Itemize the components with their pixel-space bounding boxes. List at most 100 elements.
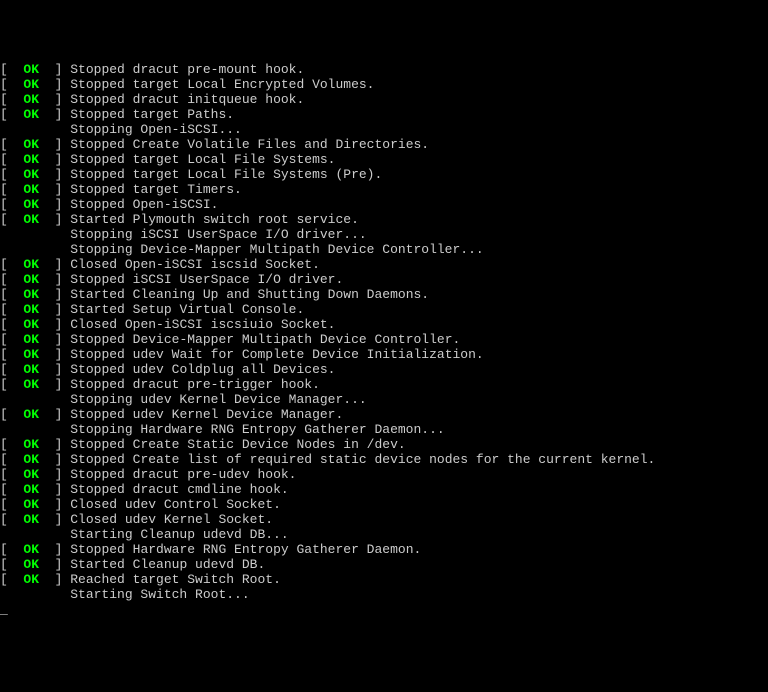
console-message: Closed udev Control Socket.: [70, 497, 281, 512]
status-bracket-close: ]: [39, 137, 70, 152]
status-ok: OK: [23, 377, 39, 392]
console-message: Stopped target Paths.: [70, 107, 234, 122]
console-message: Stopped dracut cmdline hook.: [70, 482, 288, 497]
console-line: Starting Switch Root...: [0, 587, 768, 602]
status-ok: OK: [23, 212, 39, 227]
console-line: [ OK ] Stopped target Timers.: [0, 182, 768, 197]
status-ok: OK: [23, 257, 39, 272]
status-bracket-close: ]: [39, 377, 70, 392]
console-line: Stopping Device-Mapper Multipath Device …: [0, 242, 768, 257]
status-ok: OK: [23, 572, 39, 587]
status-bracket-open: [: [0, 467, 23, 482]
console-message: Started Setup Virtual Console.: [70, 302, 304, 317]
status-bracket-open: [: [0, 107, 23, 122]
status-bracket-close: ]: [39, 257, 70, 272]
status-bracket-close: ]: [39, 62, 70, 77]
console-message: Stopped Create list of required static d…: [70, 452, 655, 467]
status-ok: OK: [23, 107, 39, 122]
status-ok: OK: [23, 272, 39, 287]
console-line: [ OK ] Stopped Device-Mapper Multipath D…: [0, 332, 768, 347]
status-bracket-open: [: [0, 482, 23, 497]
console-line: [ OK ] Stopped iSCSI UserSpace I/O drive…: [0, 272, 768, 287]
status-ok: OK: [23, 347, 39, 362]
status-bracket-open: [: [0, 572, 23, 587]
console-line: Starting Cleanup udevd DB...: [0, 527, 768, 542]
status-bracket-open: [: [0, 272, 23, 287]
console-line: [ OK ] Closed Open-iSCSI iscsid Socket.: [0, 257, 768, 272]
status-bracket-close: ]: [39, 167, 70, 182]
console-line: [ OK ] Stopped Hardware RNG Entropy Gath…: [0, 542, 768, 557]
status-bracket-close: ]: [39, 497, 70, 512]
console-message: Closed Open-iSCSI iscsid Socket.: [70, 257, 320, 272]
status-bracket-close: ]: [39, 107, 70, 122]
status-bracket-close: ]: [39, 362, 70, 377]
status-bracket-close: ]: [39, 197, 70, 212]
console-message: Stopped Create Volatile Files and Direct…: [70, 137, 429, 152]
console-line: Stopping udev Kernel Device Manager...: [0, 392, 768, 407]
status-bracket-open: [: [0, 332, 23, 347]
status-bracket-open: [: [0, 302, 23, 317]
status-bracket-open: [: [0, 512, 23, 527]
status-bracket-close: ]: [39, 317, 70, 332]
status-bracket-close: ]: [39, 572, 70, 587]
status-bracket-open: [: [0, 377, 23, 392]
status-bracket-open: [: [0, 92, 23, 107]
console-line: [ OK ] Stopped dracut pre-trigger hook.: [0, 377, 768, 392]
status-bracket-open: [: [0, 182, 23, 197]
console-line: [ OK ] Stopped udev Wait for Complete De…: [0, 347, 768, 362]
status-padding: [0, 122, 70, 137]
status-bracket-close: ]: [39, 347, 70, 362]
console-message: Stopped Create Static Device Nodes in /d…: [70, 437, 405, 452]
console-line: [ OK ] Stopped target Local File Systems…: [0, 167, 768, 182]
console-message: Starting Cleanup udevd DB...: [70, 527, 288, 542]
console-line: Stopping Open-iSCSI...: [0, 122, 768, 137]
console-line: [ OK ] Closed udev Control Socket.: [0, 497, 768, 512]
console-message: Stopped target Local Encrypted Volumes.: [70, 77, 374, 92]
console-message: Closed Open-iSCSI iscsiuio Socket.: [70, 317, 335, 332]
console-line: [ OK ] Stopped Open-iSCSI.: [0, 197, 768, 212]
status-ok: OK: [23, 62, 39, 77]
status-bracket-open: [: [0, 257, 23, 272]
status-ok: OK: [23, 437, 39, 452]
console-message: Stopping Open-iSCSI...: [70, 122, 242, 137]
console-message: Stopped dracut pre-udev hook.: [70, 467, 296, 482]
console-line: [ OK ] Stopped Create Static Device Node…: [0, 437, 768, 452]
status-bracket-close: ]: [39, 482, 70, 497]
status-bracket-open: [: [0, 62, 23, 77]
console-message: Stopping Device-Mapper Multipath Device …: [70, 242, 483, 257]
status-bracket-close: ]: [39, 452, 70, 467]
status-ok: OK: [23, 362, 39, 377]
status-padding: [0, 242, 70, 257]
status-bracket-close: ]: [39, 512, 70, 527]
status-ok: OK: [23, 92, 39, 107]
status-bracket-close: ]: [39, 467, 70, 482]
status-bracket-close: ]: [39, 212, 70, 227]
status-ok: OK: [23, 407, 39, 422]
console-message: Started Cleaning Up and Shutting Down Da…: [70, 287, 429, 302]
status-ok: OK: [23, 482, 39, 497]
status-bracket-open: [: [0, 542, 23, 557]
status-bracket-close: ]: [39, 332, 70, 347]
status-bracket-close: ]: [39, 557, 70, 572]
status-bracket-close: ]: [39, 182, 70, 197]
status-ok: OK: [23, 497, 39, 512]
console-line: [ OK ] Stopped dracut cmdline hook.: [0, 482, 768, 497]
console-line: [ OK ] Stopped Create list of required s…: [0, 452, 768, 467]
console-line: [ OK ] Stopped Create Volatile Files and…: [0, 137, 768, 152]
status-ok: OK: [23, 287, 39, 302]
status-bracket-open: [: [0, 167, 23, 182]
status-padding: [0, 527, 70, 542]
console-message: Stopped dracut pre-trigger hook.: [70, 377, 320, 392]
console-line: [ OK ] Started Setup Virtual Console.: [0, 302, 768, 317]
console-message: Stopped dracut initqueue hook.: [70, 92, 304, 107]
console-line: Stopping Hardware RNG Entropy Gatherer D…: [0, 422, 768, 437]
console-message: Stopped iSCSI UserSpace I/O driver.: [70, 272, 343, 287]
console-line: [ OK ] Stopped dracut pre-mount hook.: [0, 62, 768, 77]
status-bracket-open: [: [0, 212, 23, 227]
console-message: Closed udev Kernel Socket.: [70, 512, 273, 527]
status-bracket-close: ]: [39, 542, 70, 557]
console-line: [ OK ] Stopped target Local Encrypted Vo…: [0, 77, 768, 92]
console-message: Stopped udev Kernel Device Manager.: [70, 407, 343, 422]
status-ok: OK: [23, 557, 39, 572]
status-ok: OK: [23, 452, 39, 467]
